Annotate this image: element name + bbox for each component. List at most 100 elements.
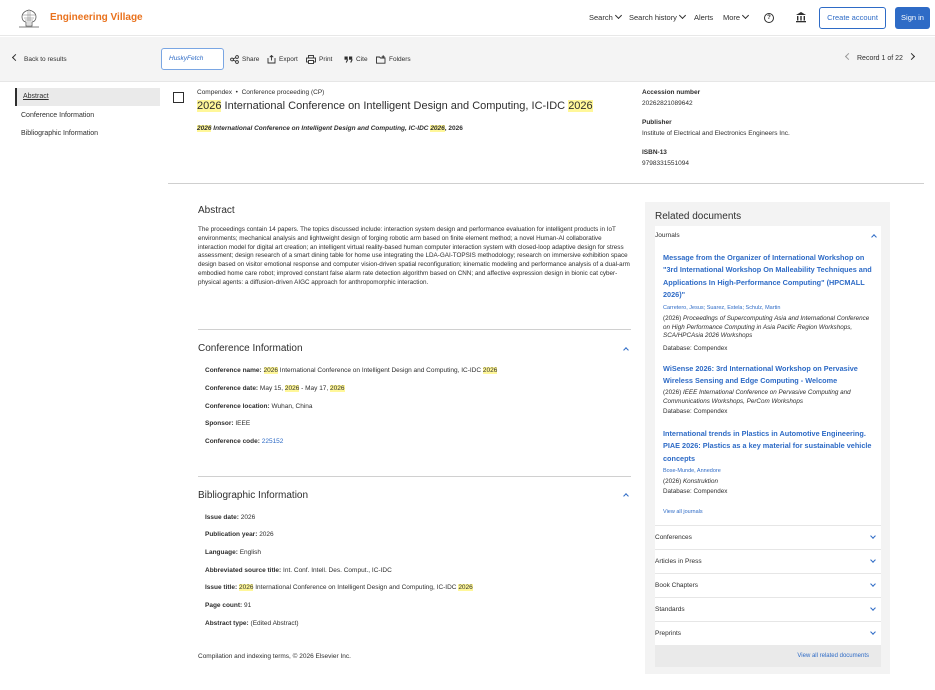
category-label: Articles in Press <box>655 558 702 565</box>
field-value: 2026 <box>259 531 274 538</box>
field-label: Conference code: <box>205 438 260 445</box>
related-doc-publication: Konstruktion <box>682 478 718 485</box>
year-highlight: 2026 <box>263 367 278 374</box>
view-all-journals-link[interactable]: View all journals <box>663 509 703 515</box>
related-doc-source: (2026) Proceedings of Supercomputing Asi… <box>663 315 875 341</box>
record-title: 2026 International Conference on Intelli… <box>197 100 593 112</box>
brand-name[interactable]: Engineering Village <box>50 12 143 23</box>
previous-record-icon[interactable] <box>844 52 853 61</box>
nav-search-history[interactable]: Search history <box>629 11 686 22</box>
category-label: Preprints <box>655 630 682 637</box>
related-doc-authors[interactable]: Carretero, Jesus; Suarez, Estela; Schulz… <box>663 305 780 311</box>
back-label: Back to results <box>24 56 67 63</box>
source-year-end-highlight: 2026 <box>430 125 445 132</box>
related-documents-heading: Related documents <box>655 211 742 222</box>
huskyfetch-button[interactable]: HuskyFetch <box>161 48 224 70</box>
sidebar-item-abstract[interactable]: Abstract <box>15 88 160 106</box>
chevron-down-icon <box>678 11 686 20</box>
field-label: Publication year: <box>205 531 258 538</box>
related-doc-database: Database: Compendex <box>663 345 728 352</box>
related-category-book-chapters[interactable]: Book Chapters <box>655 573 881 597</box>
conference-code-field: Conference code: 225152 <box>205 438 283 445</box>
page-count-field: Page count: 91 <box>205 602 251 609</box>
title-year-end-highlight: 2026 <box>568 100 593 112</box>
related-category-preprints[interactable]: Preprints <box>655 621 881 645</box>
institution-icon[interactable] <box>795 11 807 23</box>
quote-icon <box>344 56 353 63</box>
elsevier-logo-icon[interactable] <box>16 7 42 29</box>
conference-code-link[interactable]: 225152 <box>262 438 284 445</box>
abstract-body: The proceedings contain 14 papers. The t… <box>198 226 630 286</box>
related-doc-year: (2026) <box>663 389 683 396</box>
related-doc-source: (2026) IEEE International Conference on … <box>663 389 875 406</box>
related-doc-title[interactable]: International trends in Plastics in Auto… <box>663 428 875 465</box>
related-doc-publication: Proceedings of Supercomputing Asia and I… <box>663 315 870 339</box>
field-label: Sponsor: <box>205 420 234 427</box>
field-label: Abbreviated source title: <box>205 567 282 574</box>
abstract-heading: Abstract <box>198 205 235 216</box>
related-doc-year: (2026) <box>663 478 683 485</box>
field-label: Issue date: <box>205 514 239 521</box>
isbn-link[interactable]: 9798331551094 <box>642 160 689 167</box>
header-divider <box>168 183 924 184</box>
nav-alerts[interactable]: Alerts <box>694 13 713 22</box>
section-divider <box>198 329 631 330</box>
chevron-down-icon <box>870 629 876 635</box>
print-icon <box>306 55 316 64</box>
folders-button[interactable]: Folders <box>376 55 411 64</box>
sign-in-button[interactable]: Sign in <box>895 7 930 29</box>
sidebar-item-bibliographic-information[interactable]: Bibliographic Information <box>15 125 160 143</box>
cite-button[interactable]: Cite <box>344 55 368 64</box>
conference-name-field: Conference name: 2026 International Conf… <box>205 367 498 374</box>
nav-more[interactable]: More <box>723 11 750 22</box>
source-year-highlight: 2026 <box>197 125 212 132</box>
field-value: International Conference on Intelligent … <box>253 584 459 591</box>
field-value: 91 <box>244 602 252 609</box>
publisher-value: Institute of Electrical and Electronics … <box>642 130 790 137</box>
nav-search[interactable]: Search <box>589 11 622 22</box>
bibliographic-heading[interactable]: Bibliographic Information <box>198 490 308 501</box>
next-record-icon[interactable] <box>907 52 915 61</box>
export-button[interactable]: Export <box>267 54 298 64</box>
conference-heading[interactable]: Conference Information <box>198 343 303 354</box>
view-all-related-documents-link[interactable]: View all related documents <box>655 645 881 667</box>
share-button[interactable]: Share <box>230 55 259 64</box>
field-value: IEEE <box>235 420 251 427</box>
record-toolbar: Back to results HuskyFetch Share Export … <box>0 37 935 82</box>
create-account-button[interactable]: Create account <box>819 7 886 29</box>
related-category-articles-in-press[interactable]: Articles in Press <box>655 549 881 573</box>
select-record-checkbox[interactable] <box>173 92 184 103</box>
chevron-left-icon <box>11 53 20 62</box>
related-category-standards[interactable]: Standards <box>655 597 881 621</box>
collapse-conference-icon[interactable] <box>623 347 629 353</box>
related-doc-title[interactable]: WiSense 2026: 3rd International Workshop… <box>663 363 875 388</box>
record-meta: Compendex • Conference proceeding (CP) <box>197 89 324 96</box>
record-source-title: 2026 International Conference on Intelli… <box>197 125 463 132</box>
back-to-results-link[interactable]: Back to results <box>11 53 67 63</box>
nav-search-history-label: Search history <box>629 13 677 22</box>
field-label: Page count: <box>205 602 243 609</box>
related-doc-database: Database: Compendex <box>663 488 728 495</box>
field-value: English <box>239 549 262 556</box>
chevron-down-icon <box>870 557 876 563</box>
language-field: Language: English <box>205 549 261 556</box>
category-label: Conferences <box>655 534 692 541</box>
collapse-bibliographic-icon[interactable] <box>623 493 629 499</box>
sidebar-item-conference-information[interactable]: Conference Information <box>15 107 160 125</box>
related-doc-authors[interactable]: Bose-Munde, Annedore <box>663 468 721 474</box>
field-value: Wuhan, China <box>271 403 313 410</box>
related-doc-title[interactable]: Message from the Organizer of Internatio… <box>663 252 875 302</box>
related-category-conferences[interactable]: Conferences <box>655 525 881 549</box>
title-year-highlight: 2026 <box>197 100 222 112</box>
journals-category-label[interactable]: Journals <box>655 232 680 239</box>
section-divider <box>198 476 631 477</box>
related-doc-publication: IEEE International Conference on Pervasi… <box>663 389 851 405</box>
print-button[interactable]: Print <box>306 55 332 64</box>
year-highlight: 2026 <box>330 385 345 392</box>
nav-more-label: More <box>723 13 741 22</box>
chevron-down-icon <box>870 533 876 539</box>
help-icon[interactable]: ? <box>764 13 774 23</box>
share-label: Share <box>242 56 260 64</box>
chevron-down-icon <box>870 581 876 587</box>
record-navigator: Record 1 of 22 <box>844 52 915 62</box>
